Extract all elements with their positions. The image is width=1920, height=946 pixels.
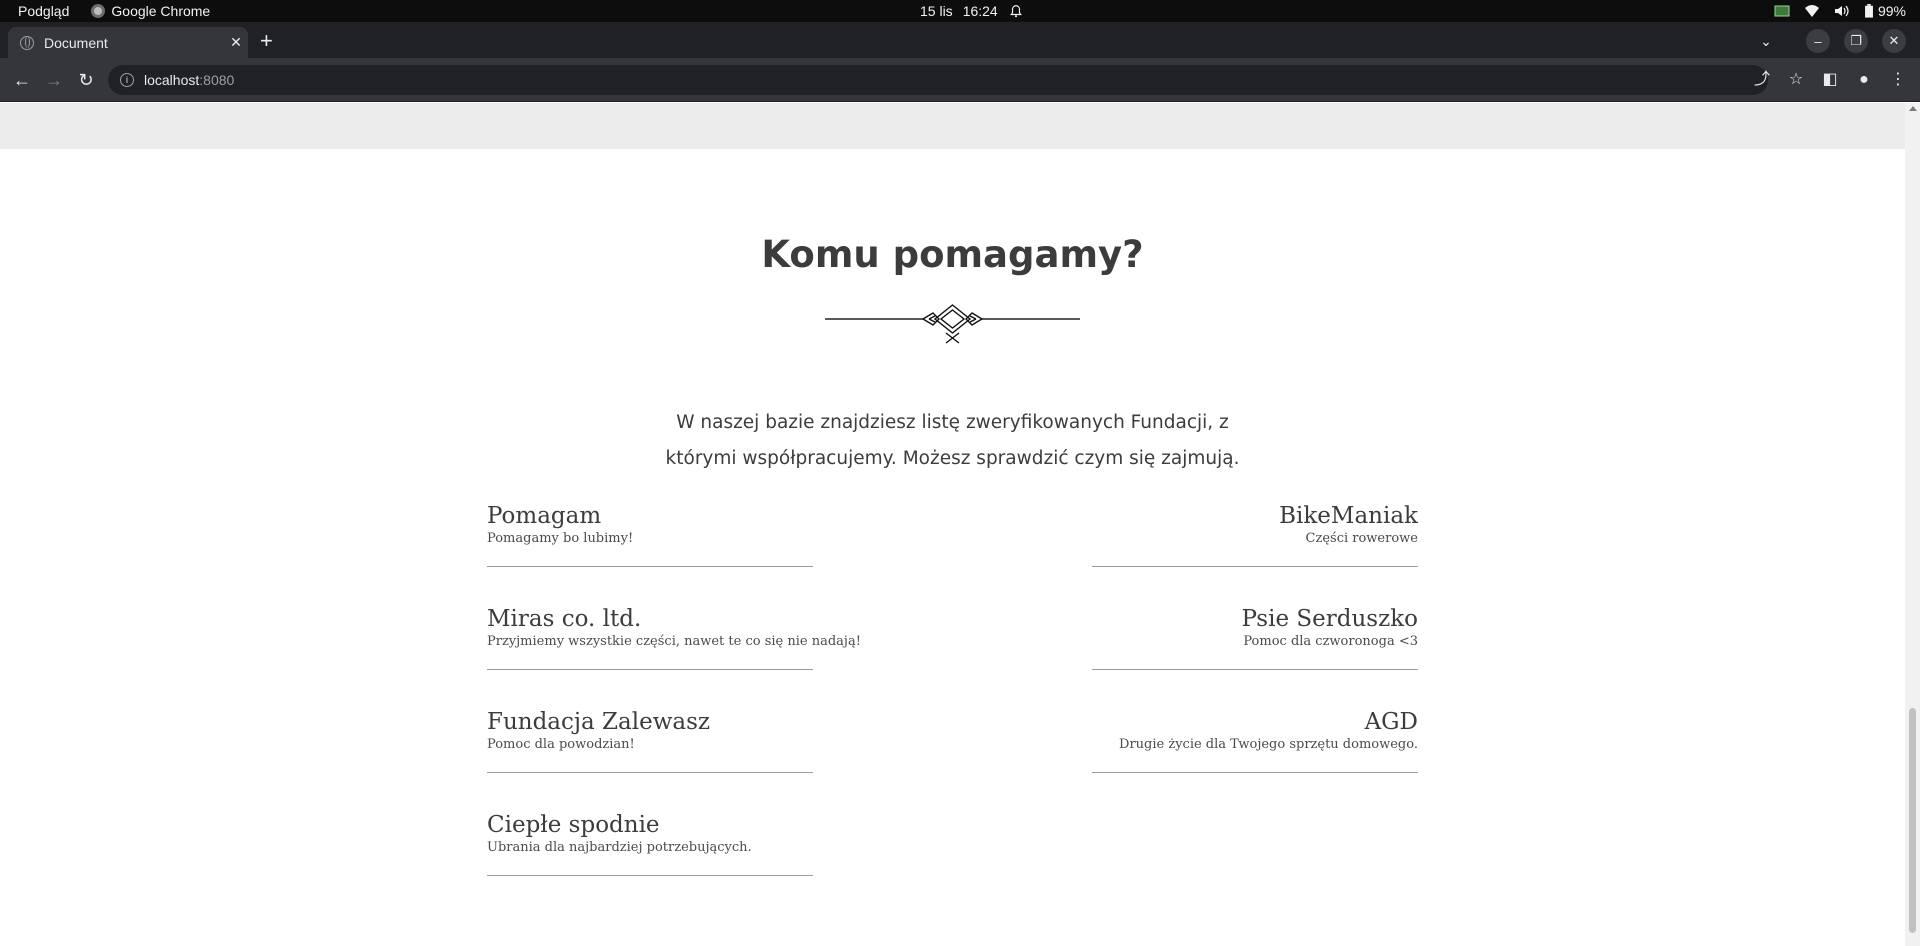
tab-strip: Document ✕ + ⌄ – ❐ ✕ <box>0 22 1920 58</box>
clock[interactable]: 15 lis 16:24 <box>920 3 1024 19</box>
share-icon[interactable]: ⤴ <box>1752 68 1772 92</box>
organization-description: Drugie życie dla Twojego sprzętu domoweg… <box>1119 737 1418 752</box>
page-viewport: Komu pomagamy? W naszej bazie znajdziesz… <box>0 103 1905 946</box>
organization-description: Pomoc dla powodzian! <box>487 737 635 752</box>
tab-search-chevron-icon[interactable]: ⌄ <box>1754 33 1778 50</box>
active-app[interactable]: Google Chrome <box>91 3 210 19</box>
intro-text: W naszej bazie znajdziesz listę zweryfik… <box>665 412 1240 469</box>
restore-button[interactable]: ❐ <box>1844 29 1868 53</box>
organization-name: BikeManiak <box>1279 503 1418 529</box>
time-label: 16:24 <box>962 3 998 19</box>
organization-name: Psie Serduszko <box>1241 606 1418 632</box>
new-tab-button[interactable]: + <box>260 30 273 52</box>
organization-description: Pomagamy bo lubimy! <box>487 531 634 546</box>
organization-name: AGD <box>1364 709 1418 735</box>
organization-description: Przyjmiemy wszystkie części, nawet te co… <box>487 634 861 649</box>
side-panel-icon[interactable]: ◧ <box>1820 68 1840 92</box>
back-arrow-icon[interactable]: ← <box>10 68 34 92</box>
browser-toolbar: ← → ↻ i localhost:8080 ⤴ ☆ ◧ ● ⋮ <box>0 58 1920 102</box>
organization-item: AGD Drugie życie dla Twojego sprzętu dom… <box>1092 709 1418 773</box>
menu-icon[interactable]: ⋮ <box>1888 68 1908 92</box>
battery-icon <box>1865 4 1873 18</box>
organization-item: Ciepłe spodnie Ubrania dla najbardziej p… <box>487 812 813 876</box>
date-label: 15 lis <box>920 3 953 19</box>
scroll-up-icon[interactable] <box>1909 106 1917 111</box>
tab-document[interactable]: Document ✕ <box>8 27 248 58</box>
url-port: :8080 <box>199 72 235 88</box>
battery-indicator[interactable]: 99% <box>1864 3 1906 19</box>
section-heading: Komu pomagamy? <box>761 233 1144 276</box>
close-tab-icon[interactable]: ✕ <box>224 34 248 51</box>
site-info-icon[interactable]: i <box>120 73 134 87</box>
address-bar[interactable]: i localhost:8080 <box>108 65 1768 95</box>
reload-icon[interactable]: ↻ <box>74 68 98 92</box>
organization-name: Pomagam <box>487 503 602 529</box>
organization-description: Części rowerowe <box>1305 531 1418 546</box>
organization-item: Fundacja Zalewasz Pomoc dla powodzian! <box>487 709 813 773</box>
minimize-button[interactable]: – <box>1806 29 1830 53</box>
organization-item: Psie Serduszko Pomoc dla czworonoga <3 <box>1092 606 1418 670</box>
volume-icon[interactable] <box>1834 4 1850 18</box>
header-band <box>0 103 1905 149</box>
os-top-bar: Podgląd Google Chrome 15 lis 16:24 99% <box>0 0 1920 22</box>
organization-name: Ciepłe spodnie <box>487 812 660 838</box>
globe-icon <box>20 35 34 50</box>
organization-description: Ubrania dla najbardziej potrzebujących. <box>487 840 752 855</box>
url-host: localhost <box>144 72 200 88</box>
battery-label: 99% <box>1877 3 1906 19</box>
scrollbar-thumb[interactable] <box>1909 708 1916 933</box>
ornament-divider-icon <box>825 304 1080 344</box>
close-window-button[interactable]: ✕ <box>1882 29 1906 53</box>
tab-title: Document <box>44 34 108 51</box>
star-icon[interactable]: ☆ <box>1786 68 1806 92</box>
chrome-icon <box>91 4 106 18</box>
forward-arrow-icon[interactable]: → <box>42 68 66 92</box>
organization-item: Pomagam Pomagamy bo lubimy! <box>487 503 813 567</box>
active-app-label: Google Chrome <box>111 3 211 19</box>
organization-item: BikeManiak Części rowerowe <box>1092 503 1418 567</box>
wifi-icon[interactable] <box>1804 4 1820 18</box>
profile-icon[interactable]: ● <box>1854 68 1874 92</box>
screenshot-icon[interactable] <box>1774 4 1790 18</box>
app-menu[interactable]: Podgląd <box>18 3 69 19</box>
organization-item: Miras co. ltd. Przyjmiemy wszystkie częś… <box>487 606 861 670</box>
alarm-icon <box>1009 5 1022 18</box>
page-scrollbar[interactable] <box>1905 103 1920 946</box>
organization-name: Fundacja Zalewasz <box>487 709 711 735</box>
organization-name: Miras co. ltd. <box>487 606 642 632</box>
organization-description: Pomoc dla czworonoga <3 <box>1243 634 1418 649</box>
